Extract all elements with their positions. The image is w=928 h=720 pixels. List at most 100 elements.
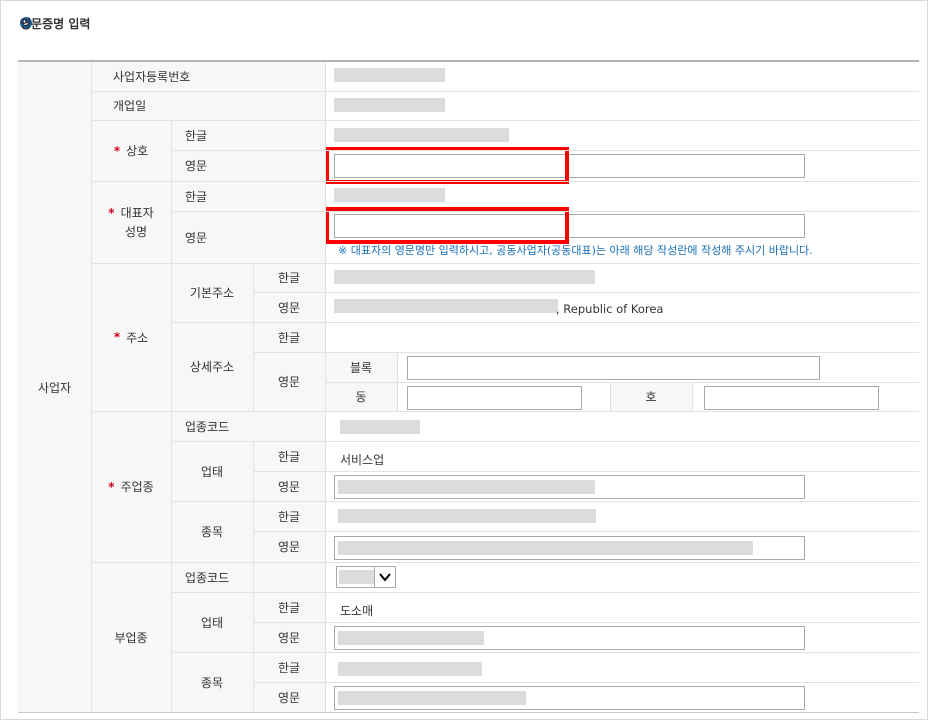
address-country-suffix: , Republic of Korea — [556, 302, 664, 316]
required-mark: * — [108, 206, 115, 220]
reg-no-label: 사업자등록번호 — [113, 70, 191, 84]
sub-biz-label: 부업종 — [114, 630, 148, 645]
sub-biz-item-label: 종목 — [200, 675, 224, 690]
business-label: 사업자 — [37, 380, 72, 395]
section-title: 영문증명 입력 — [20, 14, 90, 32]
open-date-label-cell: 개업일 — [91, 91, 325, 120]
main-biz-item-english-label: 영문 — [277, 540, 301, 554]
main-biz-item-label-cell: 종목 — [171, 501, 253, 562]
main-biz-type-korean-label: 한글 — [277, 449, 301, 464]
ho-label-cell: 호 — [610, 382, 692, 411]
rep-name-english-highlight — [325, 207, 569, 244]
open-date-value — [334, 98, 445, 112]
sub-biz-type-korean-value: 도소매 — [340, 604, 374, 618]
main-biz-item-english-input[interactable] — [334, 536, 805, 560]
main-biz-type-english-label-cell: 영문 — [253, 471, 325, 501]
main-biz-label-cell: * 주업종 — [91, 411, 171, 562]
ho-input[interactable] — [704, 386, 879, 410]
sub-biz-code-selected-value — [339, 570, 375, 584]
sub-biz-code-label: 업종코드 — [185, 570, 230, 585]
rep-name-label-line2: 성명 — [124, 225, 148, 239]
trade-name-english-label-cell: 영문 — [171, 150, 325, 181]
detail-address-label: 상세주소 — [189, 360, 235, 374]
sub-biz-type-label: 업태 — [200, 615, 224, 630]
basic-address-english-label: 영문 — [277, 300, 301, 315]
sub-biz-type-english-label-cell: 영문 — [253, 622, 325, 652]
trade-name-english-highlight — [325, 147, 569, 184]
business-label-cell: 사업자 — [18, 62, 91, 712]
basic-address-korean-label-cell: 한글 — [253, 263, 325, 292]
main-biz-item-english-label-cell: 영문 — [253, 531, 325, 562]
block-label: 블록 — [349, 360, 373, 375]
rep-name-korean-value — [334, 188, 445, 202]
rep-name-note: ※ 대표자의 영문명만 입력하시고, 공동사업자(공동대표)는 아래 해당 작성… — [338, 244, 813, 257]
basic-address-english-label-cell: 영문 — [253, 292, 325, 322]
reg-no-label-cell: 사업자등록번호 — [91, 62, 325, 91]
dong-input[interactable] — [407, 386, 582, 410]
sub-biz-code-label-cell: 업종코드 — [171, 562, 325, 592]
main-biz-type-label-cell: 업태 — [171, 441, 253, 501]
required-mark: * — [113, 330, 121, 344]
address-label-cell: * 주소 — [91, 263, 171, 411]
rep-name-label-line1: 대표자 — [120, 206, 154, 220]
trade-name-korean-label: 한글 — [185, 128, 208, 143]
sub-biz-item-label-cell: 종목 — [171, 652, 253, 712]
main-biz-item-label: 종목 — [200, 525, 224, 539]
detail-address-label-cell: 상세주소 — [171, 322, 253, 411]
trade-name-korean-label-cell: 한글 — [171, 120, 325, 150]
sub-biz-type-english-label: 영문 — [277, 630, 301, 645]
main-biz-code-label-cell: 업종코드 — [171, 411, 325, 441]
address-label: 주소 — [126, 330, 149, 345]
detail-address-english-label-cell: 영문 — [253, 352, 325, 411]
rep-name-english-label: 영문 — [185, 230, 208, 245]
rep-name-label-cell: * 대표자 성명 — [91, 181, 171, 263]
chevron-down-icon[interactable] — [374, 567, 395, 587]
section-title-text: 영문증명 입력 — [20, 16, 91, 31]
main-biz-label: 주업종 — [120, 480, 154, 494]
sub-biz-item-korean-label: 한글 — [277, 660, 301, 675]
detail-address-korean-label-cell: 한글 — [253, 322, 325, 352]
reg-no-value — [334, 68, 445, 82]
main-biz-type-label: 업태 — [200, 464, 224, 479]
main-biz-code-label: 업종코드 — [185, 419, 230, 434]
sub-biz-item-english-label: 영문 — [277, 690, 301, 705]
block-label-cell: 블록 — [325, 352, 397, 382]
sub-biz-type-korean-label: 한글 — [277, 600, 301, 615]
open-date-label: 개업일 — [113, 99, 147, 113]
main-biz-type-english-value — [338, 480, 595, 494]
trade-name-label-cell: * 상호 — [91, 120, 171, 181]
main-biz-type-english-label: 영문 — [277, 479, 301, 494]
main-biz-type-english-input[interactable] — [334, 475, 805, 499]
basic-address-label: 기본주소 — [189, 286, 235, 300]
block-input[interactable] — [407, 356, 820, 380]
basic-address-korean-label: 한글 — [277, 271, 301, 285]
sub-biz-item-english-label-cell: 영문 — [253, 682, 325, 712]
main-biz-type-korean-label-cell: 한글 — [253, 441, 325, 471]
main-biz-code-value — [340, 420, 420, 434]
trade-name-label: 상호 — [126, 144, 149, 158]
rep-name-english-label-cell: 영문 — [171, 211, 325, 263]
main-biz-item-korean-label: 한글 — [277, 509, 301, 524]
trade-name-english-label: 영문 — [185, 159, 208, 173]
trade-name-korean-value — [334, 128, 509, 142]
sub-biz-type-english-value — [338, 631, 484, 645]
main-biz-item-english-value — [338, 541, 753, 555]
sub-biz-item-english-input[interactable] — [334, 686, 805, 710]
sub-biz-type-korean-label-cell: 한글 — [253, 592, 325, 622]
sub-biz-type-label-cell: 업태 — [171, 592, 253, 652]
rep-name-korean-label-cell: 한글 — [171, 181, 325, 211]
sub-biz-type-english-input[interactable] — [334, 626, 805, 650]
sub-biz-item-korean-value — [338, 662, 482, 676]
main-biz-item-korean-value — [338, 509, 596, 523]
dong-label-cell: 동 — [325, 382, 397, 411]
basic-address-english-value — [334, 299, 558, 313]
required-mark: * — [113, 143, 121, 158]
required-mark: * — [108, 479, 115, 494]
sub-biz-item-english-value — [338, 691, 526, 705]
sub-biz-label-cell: 부업종 — [91, 562, 171, 712]
table-bottom-border — [18, 712, 919, 713]
basic-address-korean-value — [334, 270, 595, 284]
detail-address-korean-label: 한글 — [277, 330, 301, 345]
sub-biz-code-select[interactable] — [336, 566, 396, 588]
main-biz-item-korean-label-cell: 한글 — [253, 501, 325, 531]
